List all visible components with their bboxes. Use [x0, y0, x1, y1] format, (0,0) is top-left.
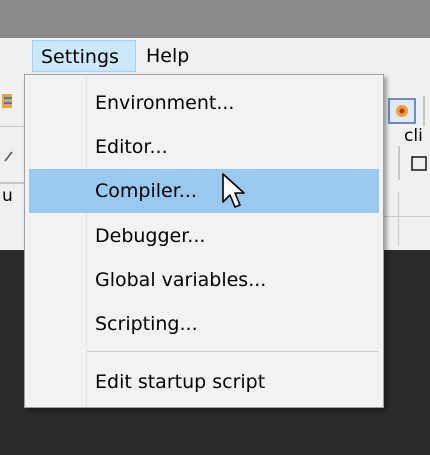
menu-settings[interactable]: Settings	[32, 40, 136, 72]
menu-help[interactable]: Help	[138, 40, 208, 72]
menu-item-scripting[interactable]: Scripting...	[29, 302, 379, 346]
tab-label-right[interactable]: cli	[404, 126, 423, 146]
app-window: Settings Help cli u Environment... Edito…	[0, 0, 430, 455]
tab-label-left[interactable]: u	[2, 186, 13, 206]
toolbar-divider	[0, 126, 24, 127]
settings-dropdown-menu: Environment... Editor... Compiler... Deb…	[24, 74, 384, 408]
tab-border	[398, 192, 399, 246]
menu-item-edit-startup-script[interactable]: Edit startup script	[29, 360, 379, 404]
title-bar	[0, 0, 430, 38]
mouse-cursor-icon	[222, 173, 245, 208]
toolbar-left-icon[interactable]	[2, 92, 14, 110]
menu-item-environment[interactable]: Environment...	[29, 81, 379, 125]
toolbar-right-divider-2	[398, 146, 400, 180]
menu-separator	[87, 351, 379, 352]
menu-item-debugger[interactable]: Debugger...	[29, 214, 379, 258]
tab-strip-line	[384, 216, 430, 217]
menu-item-editor[interactable]: Editor...	[29, 125, 379, 169]
toolbar-right-divider	[423, 96, 425, 126]
menu-item-compiler[interactable]: Compiler...	[29, 169, 379, 213]
toolbar-left-small-icon[interactable]	[4, 150, 14, 162]
debug-icon[interactable]	[388, 98, 418, 126]
menu-item-global-variables[interactable]: Global variables...	[29, 258, 379, 302]
square-icon[interactable]	[410, 154, 428, 174]
toolbar-divider-2	[0, 182, 24, 184]
